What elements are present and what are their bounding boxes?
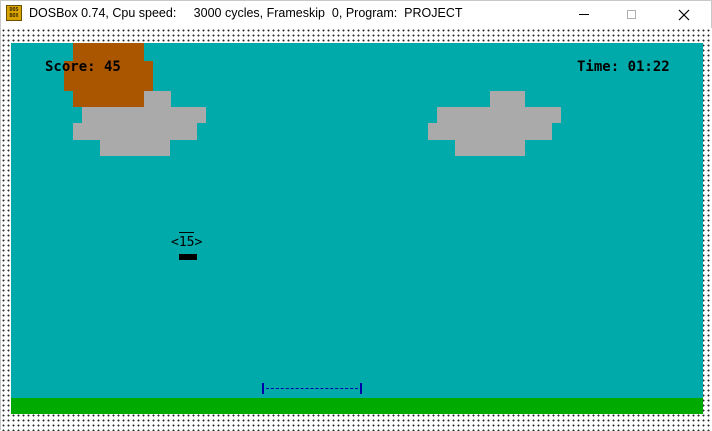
ground-strip xyxy=(11,398,703,414)
landing-pad-right-marker xyxy=(360,383,362,394)
dosbox-app-icon[interactable]: DOS BOX xyxy=(6,5,22,21)
app-icon-label-bottom: BOX xyxy=(9,13,19,19)
score-display: Score: 45 xyxy=(45,59,121,75)
landing-pad xyxy=(262,383,362,394)
maximize-button[interactable] xyxy=(608,1,654,28)
time-display: Time: 01:22 xyxy=(577,59,670,75)
maximize-icon xyxy=(626,10,636,19)
minimize-icon xyxy=(579,14,589,15)
game-screen[interactable]: Score: 45 Time: 01:22 <15> xyxy=(11,43,703,414)
minimize-button[interactable] xyxy=(561,1,607,28)
plane-overline xyxy=(179,232,194,233)
dosbox-display-area: Score: 45 Time: 01:22 <15> xyxy=(1,28,712,431)
plane-label: <15> xyxy=(171,235,203,250)
title-bar[interactable]: DOS BOX DOSBox 0.74, Cpu speed: 3000 cyc… xyxy=(1,1,711,28)
landing-pad-left-marker xyxy=(262,383,264,394)
dosbox-window: DOS BOX DOSBox 0.74, Cpu speed: 3000 cyc… xyxy=(0,0,712,431)
close-icon xyxy=(678,9,690,20)
close-button[interactable] xyxy=(661,1,707,28)
landing-pad-line xyxy=(266,388,358,389)
plane-body xyxy=(179,254,197,260)
window-title: DOSBox 0.74, Cpu speed: 3000 cycles, Fra… xyxy=(29,6,463,20)
